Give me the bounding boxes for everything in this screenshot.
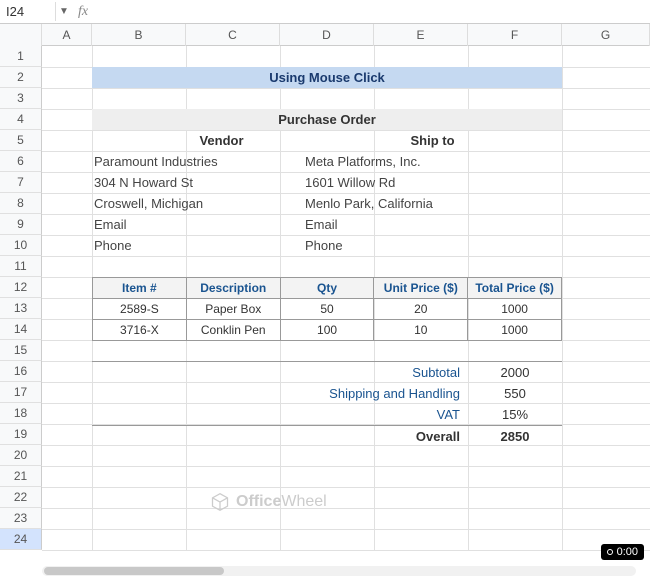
shipping-label: Shipping and Handling: [92, 383, 468, 404]
row-header-13[interactable]: 13: [0, 298, 42, 319]
cell-unit: 10: [374, 320, 468, 341]
cell-desc: Paper Box: [186, 299, 280, 320]
table-row: 2589-S Paper Box 50 20 1000: [93, 299, 562, 320]
title-band: Using Mouse Click: [92, 67, 562, 88]
row-headers: 123456789101112131415161718192021222324: [0, 46, 42, 550]
row-header-19[interactable]: 19: [0, 424, 42, 445]
vat-label: VAT: [92, 404, 468, 425]
row-header-15[interactable]: 15: [0, 340, 42, 361]
row-header-17[interactable]: 17: [0, 382, 42, 403]
watermark-suffix: Wheel: [281, 493, 326, 510]
row-header-4[interactable]: 4: [0, 109, 42, 130]
row-header-16[interactable]: 16: [0, 361, 42, 382]
row-header-1[interactable]: 1: [0, 46, 42, 67]
row-header-24[interactable]: 24: [0, 529, 42, 550]
overall-value: 2850: [468, 426, 562, 446]
row-header-12[interactable]: 12: [0, 277, 42, 298]
cell-total: 1000: [468, 320, 562, 341]
watermark: OfficeWheel: [210, 492, 327, 512]
shipto-phone: Phone: [303, 235, 562, 256]
scrollbar-thumb[interactable]: [44, 567, 224, 575]
po-header: Purchase Order: [92, 109, 562, 130]
shipping-value: 550: [468, 383, 562, 404]
cube-icon: [210, 492, 230, 512]
row-header-10[interactable]: 10: [0, 235, 42, 256]
overall-label: Overall: [92, 426, 468, 446]
shipto-email: Email: [303, 214, 562, 235]
cell-total: 1000: [468, 299, 562, 320]
name-box[interactable]: I24: [0, 2, 56, 21]
row-header-11[interactable]: 11: [0, 256, 42, 277]
row-header-20[interactable]: 20: [0, 445, 42, 466]
col-header-E[interactable]: E: [374, 24, 468, 46]
subtotal-value: 2000: [468, 362, 562, 383]
summary-section: Subtotal 2000 Shipping and Handling 550 …: [92, 361, 562, 446]
timer-badge: 0:00: [601, 544, 644, 560]
select-all-cell[interactable]: [0, 24, 42, 46]
row-header-3[interactable]: 3: [0, 88, 42, 109]
row-header-8[interactable]: 8: [0, 193, 42, 214]
col-header-D[interactable]: D: [280, 24, 374, 46]
th-unit: Unit Price ($): [374, 278, 468, 299]
col-header-B[interactable]: B: [92, 24, 186, 46]
col-header-F[interactable]: F: [468, 24, 562, 46]
col-header-A[interactable]: A: [42, 24, 92, 46]
shipto-city: Menlo Park, California: [303, 193, 562, 214]
row-header-7[interactable]: 7: [0, 172, 42, 193]
name-box-dropdown-icon[interactable]: ▼: [56, 6, 72, 17]
row-header-18[interactable]: 18: [0, 403, 42, 424]
row-header-14[interactable]: 14: [0, 319, 42, 340]
row-header-9[interactable]: 9: [0, 214, 42, 235]
vat-value: 15%: [468, 404, 562, 425]
th-item: Item #: [93, 278, 187, 299]
col-header-G[interactable]: G: [562, 24, 650, 46]
vendor-ship-section: Vendor Paramount Industries 304 N Howard…: [92, 130, 562, 256]
cell-item: 3716-X: [93, 320, 187, 341]
row-header-22[interactable]: 22: [0, 487, 42, 508]
cell-qty: 100: [280, 320, 374, 341]
items-table: Item # Description Qty Unit Price ($) To…: [92, 277, 562, 341]
cell-qty: 50: [280, 299, 374, 320]
column-headers: A B C D E F G: [0, 24, 650, 46]
row-header-2[interactable]: 2: [0, 67, 42, 88]
row-header-21[interactable]: 21: [0, 466, 42, 487]
horizontal-scrollbar[interactable]: [42, 566, 636, 576]
shipto-name: Meta Platforms, Inc.: [303, 151, 562, 172]
col-header-C[interactable]: C: [186, 24, 280, 46]
sheet-content: Using Mouse Click Purchase Order Vendor …: [92, 67, 562, 446]
cell-item: 2589-S: [93, 299, 187, 320]
watermark-prefix: Office: [236, 493, 281, 510]
items-header-row: Item # Description Qty Unit Price ($) To…: [93, 278, 562, 299]
spreadsheet-grid: A B C D E F G 12345678910111213141516171…: [0, 24, 650, 550]
table-row: 3716-X Conklin Pen 100 10 1000: [93, 320, 562, 341]
shipto-street: 1601 Willow Rd: [303, 172, 562, 193]
cell-desc: Conklin Pen: [186, 320, 280, 341]
row-header-6[interactable]: 6: [0, 151, 42, 172]
subtotal-label: Subtotal: [92, 362, 468, 383]
fx-label: fx: [72, 4, 102, 20]
shipto-label: Ship to: [303, 130, 562, 151]
row-header-5[interactable]: 5: [0, 130, 42, 151]
formula-bar: I24 ▼ fx: [0, 0, 650, 24]
timer-dot-icon: [607, 549, 613, 555]
timer-value: 0:00: [617, 546, 638, 558]
row-header-23[interactable]: 23: [0, 508, 42, 529]
th-qty: Qty: [280, 278, 374, 299]
th-total: Total Price ($): [468, 278, 562, 299]
th-desc: Description: [186, 278, 280, 299]
cells-area[interactable]: Using Mouse Click Purchase Order Vendor …: [42, 46, 650, 550]
cell-unit: 20: [374, 299, 468, 320]
